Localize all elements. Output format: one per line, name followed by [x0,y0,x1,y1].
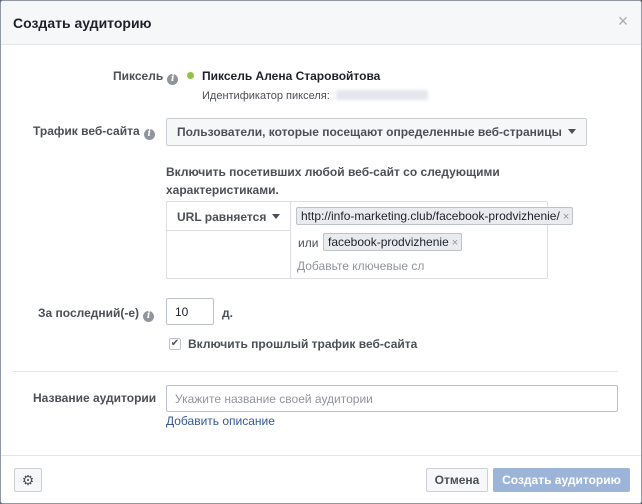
traffic-label: Трафик веб-сайта [33,124,140,138]
chevron-down-icon [272,214,281,219]
dialog-footer: ⚙ Отмена Создать аудиторию [1,455,641,503]
url-token: facebook-prodvizhenie × [323,233,463,251]
dialog-header: Создать аудиторию × [1,1,641,45]
past-traffic-checkbox[interactable]: ✔ [169,338,181,350]
pixel-status-dot [187,72,194,79]
or-label: или [298,236,319,250]
pixel-label-row: Пиксель i [113,69,179,85]
url-token-text: http://info-marketing.club/facebook-prod… [301,209,560,223]
include-description: Включить посетивших любой веб-сайт со сл… [166,165,500,197]
cancel-button[interactable]: Отмена [426,468,488,492]
rule-operator-dropdown[interactable]: URL равняется [177,210,281,224]
pixel-id-label: Идентификатор пикселя: [202,90,330,102]
add-description-link[interactable]: Добавить описание [166,414,275,428]
url-rule-box: URL равняется http://info-marketing.club… [166,201,574,279]
remove-token-icon[interactable]: × [452,237,458,249]
traffic-select[interactable]: Пользователи, которые посещают определен… [166,118,587,146]
pixel-name: Пиксель Алена Старовойтова [202,69,381,83]
create-audience-button[interactable]: Создать аудиторию [493,468,630,492]
duration-days-input[interactable] [166,298,214,325]
pixel-label: Пиксель [113,69,164,83]
rule-operator-column: URL равняется [167,202,291,278]
duration-unit: д. [222,306,233,320]
url-token: http://info-marketing.club/facebook-prod… [296,207,574,225]
info-icon[interactable]: i [167,74,179,85]
duration-label: За последний(-е) [38,306,140,320]
divider [167,230,290,231]
traffic-select-value: Пользователи, которые посещают определен… [177,125,562,139]
close-icon[interactable]: × [615,12,631,30]
pixel-id-row: Идентификатор пикселя: [202,90,428,102]
duration-label-row: За последний(-е) i [38,306,155,322]
gear-icon: ⚙ [21,472,35,488]
audience-name-input[interactable] [166,385,618,412]
remove-token-icon[interactable]: × [563,211,569,223]
audience-name-label: Название аудитории [33,391,157,405]
info-icon[interactable]: i [143,311,155,322]
keyword-input[interactable] [297,258,457,274]
past-traffic-label[interactable]: Включить прошлый трафик веб-сайта [188,337,417,351]
traffic-label-row: Трафик веб-сайта i [33,124,155,140]
settings-button[interactable]: ⚙ [14,468,42,492]
rule-operator-label: URL равняется [177,210,267,224]
chevron-down-icon [567,129,576,134]
info-icon[interactable]: i [143,129,155,140]
pixel-id-redacted [335,90,428,100]
dialog-title: Создать аудиторию [13,15,152,31]
create-audience-dialog: Создать аудиторию × Пиксель i Пиксель Але… [0,0,642,504]
section-divider [13,371,618,372]
url-token-text: facebook-prodvizhenie [328,235,449,249]
